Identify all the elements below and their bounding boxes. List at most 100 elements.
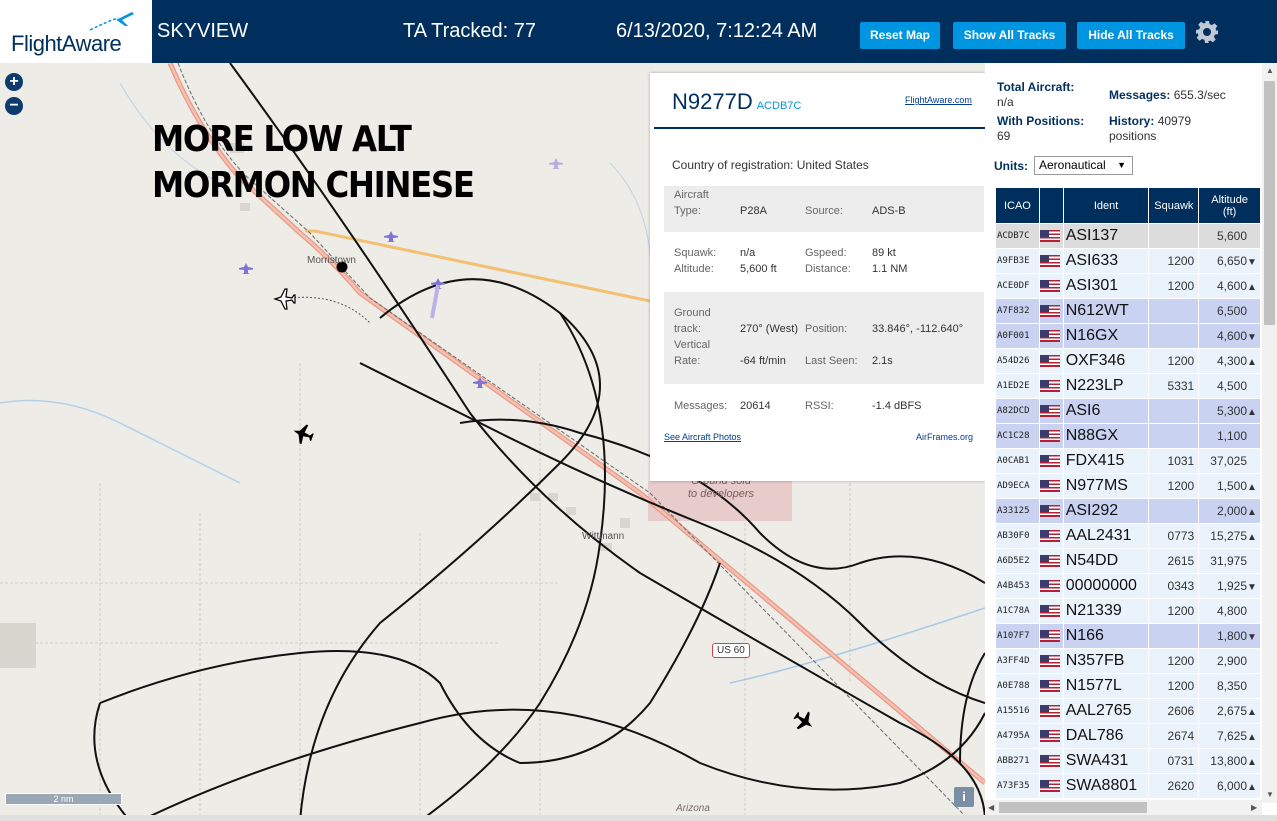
icao-cell: ACE0DF: [995, 273, 1040, 299]
table-row[interactable]: AC1C28 N88GX 1,100: [995, 423, 1261, 449]
aircraft-marker-icon[interactable]: [790, 707, 818, 735]
icao-cell: A33125: [995, 498, 1040, 524]
hide-all-tracks-button[interactable]: Hide All Tracks: [1077, 22, 1185, 49]
table-row[interactable]: A73F35 SWA8801 2620 6,000▲: [995, 773, 1261, 799]
callsign-text: N9277D: [672, 89, 753, 114]
icao-cell: A107F7: [995, 623, 1040, 649]
flightaware-logo[interactable]: FlightAware: [0, 0, 152, 63]
us-flag-icon: [1039, 354, 1060, 367]
table-row[interactable]: A33125 ASI292 2,000▲: [995, 498, 1261, 524]
table-row[interactable]: A54D26 OXF346 1200 4,300▲: [995, 348, 1261, 374]
country-row: Country of registration: United States: [672, 158, 869, 172]
altitude-cell: 31,975: [1198, 548, 1261, 574]
show-all-tracks-button[interactable]: Show All Tracks: [953, 22, 1066, 49]
table-row[interactable]: A0CAB1 FDX415 1031 37,025: [995, 448, 1261, 474]
table-row[interactable]: AD9ECA N977MS 1200 1,500▲: [995, 473, 1261, 499]
with-positions-label: With Positions:: [997, 114, 1085, 128]
table-row[interactable]: A1C78A N21339 1200 4,800: [995, 598, 1261, 624]
scroll-up-arrow-icon[interactable]: ▲: [1266, 66, 1274, 75]
flag-cell: [1038, 373, 1064, 399]
aircraft-photos-link[interactable]: See Aircraft Photos: [664, 432, 741, 442]
flag-cell: [1038, 523, 1064, 549]
column-header-icao[interactable]: ICAO: [995, 187, 1040, 224]
map-info-button[interactable]: i: [954, 787, 974, 807]
column-header-ident[interactable]: Ident: [1062, 187, 1150, 224]
gspeed-label: Gspeed:: [805, 247, 847, 259]
ident-cell: N88GX: [1062, 423, 1150, 449]
scroll-down-arrow-icon[interactable]: ▼: [1266, 790, 1274, 799]
altitude-value: 5,600: [1216, 229, 1247, 243]
table-row[interactable]: A82DCD ASI6 5,300▲: [995, 398, 1261, 424]
lastseen-label: Last Seen:: [805, 355, 858, 367]
icao-cell: A6D5E2: [995, 548, 1040, 574]
table-row[interactable]: A6D5E2 N54DD 2615 31,975: [995, 548, 1261, 574]
column-header-altitude[interactable]: Altitude (ft): [1198, 187, 1261, 224]
altitude-cell: 1,800▼: [1198, 623, 1261, 649]
table-row[interactable]: A1ED2E N223LP 5331 4,500: [995, 373, 1261, 399]
scroll-right-arrow-icon[interactable]: ▶: [1251, 803, 1257, 812]
source-value: ADS-B: [872, 205, 906, 217]
sidebar-horizontal-scrollbar[interactable]: ◀ ▶: [985, 800, 1262, 815]
position-value: 33.846°, -112.640°: [872, 323, 964, 335]
table-row[interactable]: ABB271 SWA431 0731 13,800▲: [995, 748, 1261, 774]
horizontal-scroll-thumb[interactable]: [999, 802, 1147, 813]
country-value: United States: [796, 158, 869, 172]
aircraft-marker-icon[interactable]: [549, 158, 563, 169]
table-row[interactable]: AB30F0 AAL2431 0773 15,275▲: [995, 523, 1261, 549]
us-flag-icon: [1039, 779, 1060, 792]
aircraft-marker-icon[interactable]: [384, 231, 398, 242]
column-header-squawk[interactable]: Squawk: [1148, 187, 1200, 224]
ident-cell: OXF346: [1062, 348, 1150, 374]
squawk-cell: 0343: [1148, 573, 1200, 599]
aircraft-table-container[interactable]: ICAO Ident Squawk Altitude (ft) ACDB7C AS…: [995, 187, 1261, 799]
squawk-cell: 2615: [1148, 548, 1200, 574]
squawk-cell: 1200: [1148, 248, 1200, 274]
column-header-flag[interactable]: [1038, 187, 1064, 224]
gear-icon[interactable]: [1195, 20, 1219, 44]
aircraft-marker-icon[interactable]: [290, 421, 316, 447]
altitude-trend-icon: ▲: [1247, 782, 1257, 793]
altitude-value: 31,975: [1210, 554, 1247, 568]
sidebar-vertical-scrollbar[interactable]: ▲ ▼: [1262, 63, 1277, 803]
ident-cell: 00000000: [1062, 573, 1150, 599]
history-positions-text: positions: [1109, 129, 1157, 143]
flag-cell: [1038, 348, 1064, 374]
aircraft-marker-icon[interactable]: [239, 263, 253, 274]
squawk-cell: 0731: [1148, 748, 1200, 774]
ident-cell: N1577L: [1062, 673, 1150, 699]
table-row[interactable]: A107F7 N166 1,800▼: [995, 623, 1261, 649]
altitude-value: 7,625: [1216, 729, 1247, 743]
altitude-value: 1,500: [1216, 479, 1247, 493]
flag-cell: [1038, 748, 1064, 774]
scroll-left-arrow-icon[interactable]: ◀: [988, 803, 994, 812]
zoom-in-button[interactable]: +: [5, 73, 23, 91]
us-flag-icon: [1039, 229, 1060, 242]
table-row[interactable]: A7F832 N612WT 6,500: [995, 298, 1261, 324]
vertical-scroll-thumb[interactable]: [1264, 81, 1275, 325]
altitude-value: 6,500: [1216, 304, 1247, 318]
table-row[interactable]: A4B453 00000000 0343 1,925▼: [995, 573, 1261, 599]
ident-cell: ASI292: [1062, 498, 1150, 524]
messages-stat-label: Messages:: [1109, 88, 1171, 102]
table-row[interactable]: A4795A DAL786 2674 7,625▲: [995, 723, 1261, 749]
altitude-cell: 2,675▲: [1198, 698, 1261, 724]
table-row[interactable]: A9FB3E ASI633 1200 6,650▼: [995, 248, 1261, 274]
table-row[interactable]: A0F001 N16GX 4,600▼: [995, 323, 1261, 349]
units-select[interactable]: Aeronautical ▼: [1034, 156, 1133, 175]
position-label: Position:: [805, 323, 848, 335]
table-row[interactable]: ACE0DF ASI301 1200 4,600▲: [995, 273, 1261, 299]
table-row[interactable]: A0E788 N1577L 1200 8,350: [995, 673, 1261, 699]
zoom-out-button[interactable]: −: [5, 97, 23, 115]
table-row[interactable]: ACDB7C ASI137 5,600: [995, 223, 1261, 249]
icao-cell: A15516: [995, 698, 1040, 724]
reset-map-button[interactable]: Reset Map: [860, 22, 940, 49]
table-row[interactable]: A3FF4D N357FB 1200 2,900: [995, 648, 1261, 674]
aircraft-marker-icon[interactable]: [473, 377, 487, 388]
altitude-value: 4,600: [1216, 329, 1247, 343]
airframes-link[interactable]: AirFrames.org: [916, 432, 973, 442]
table-row[interactable]: A15516 AAL2765 2606 2,675▲: [995, 698, 1261, 724]
aircraft-marker-icon[interactable]: [273, 288, 296, 310]
vrate-label-1: Vertical: [674, 339, 711, 351]
altitude-trend-icon: ▼: [1247, 632, 1257, 643]
flightaware-link[interactable]: FlightAware.com: [905, 95, 972, 105]
